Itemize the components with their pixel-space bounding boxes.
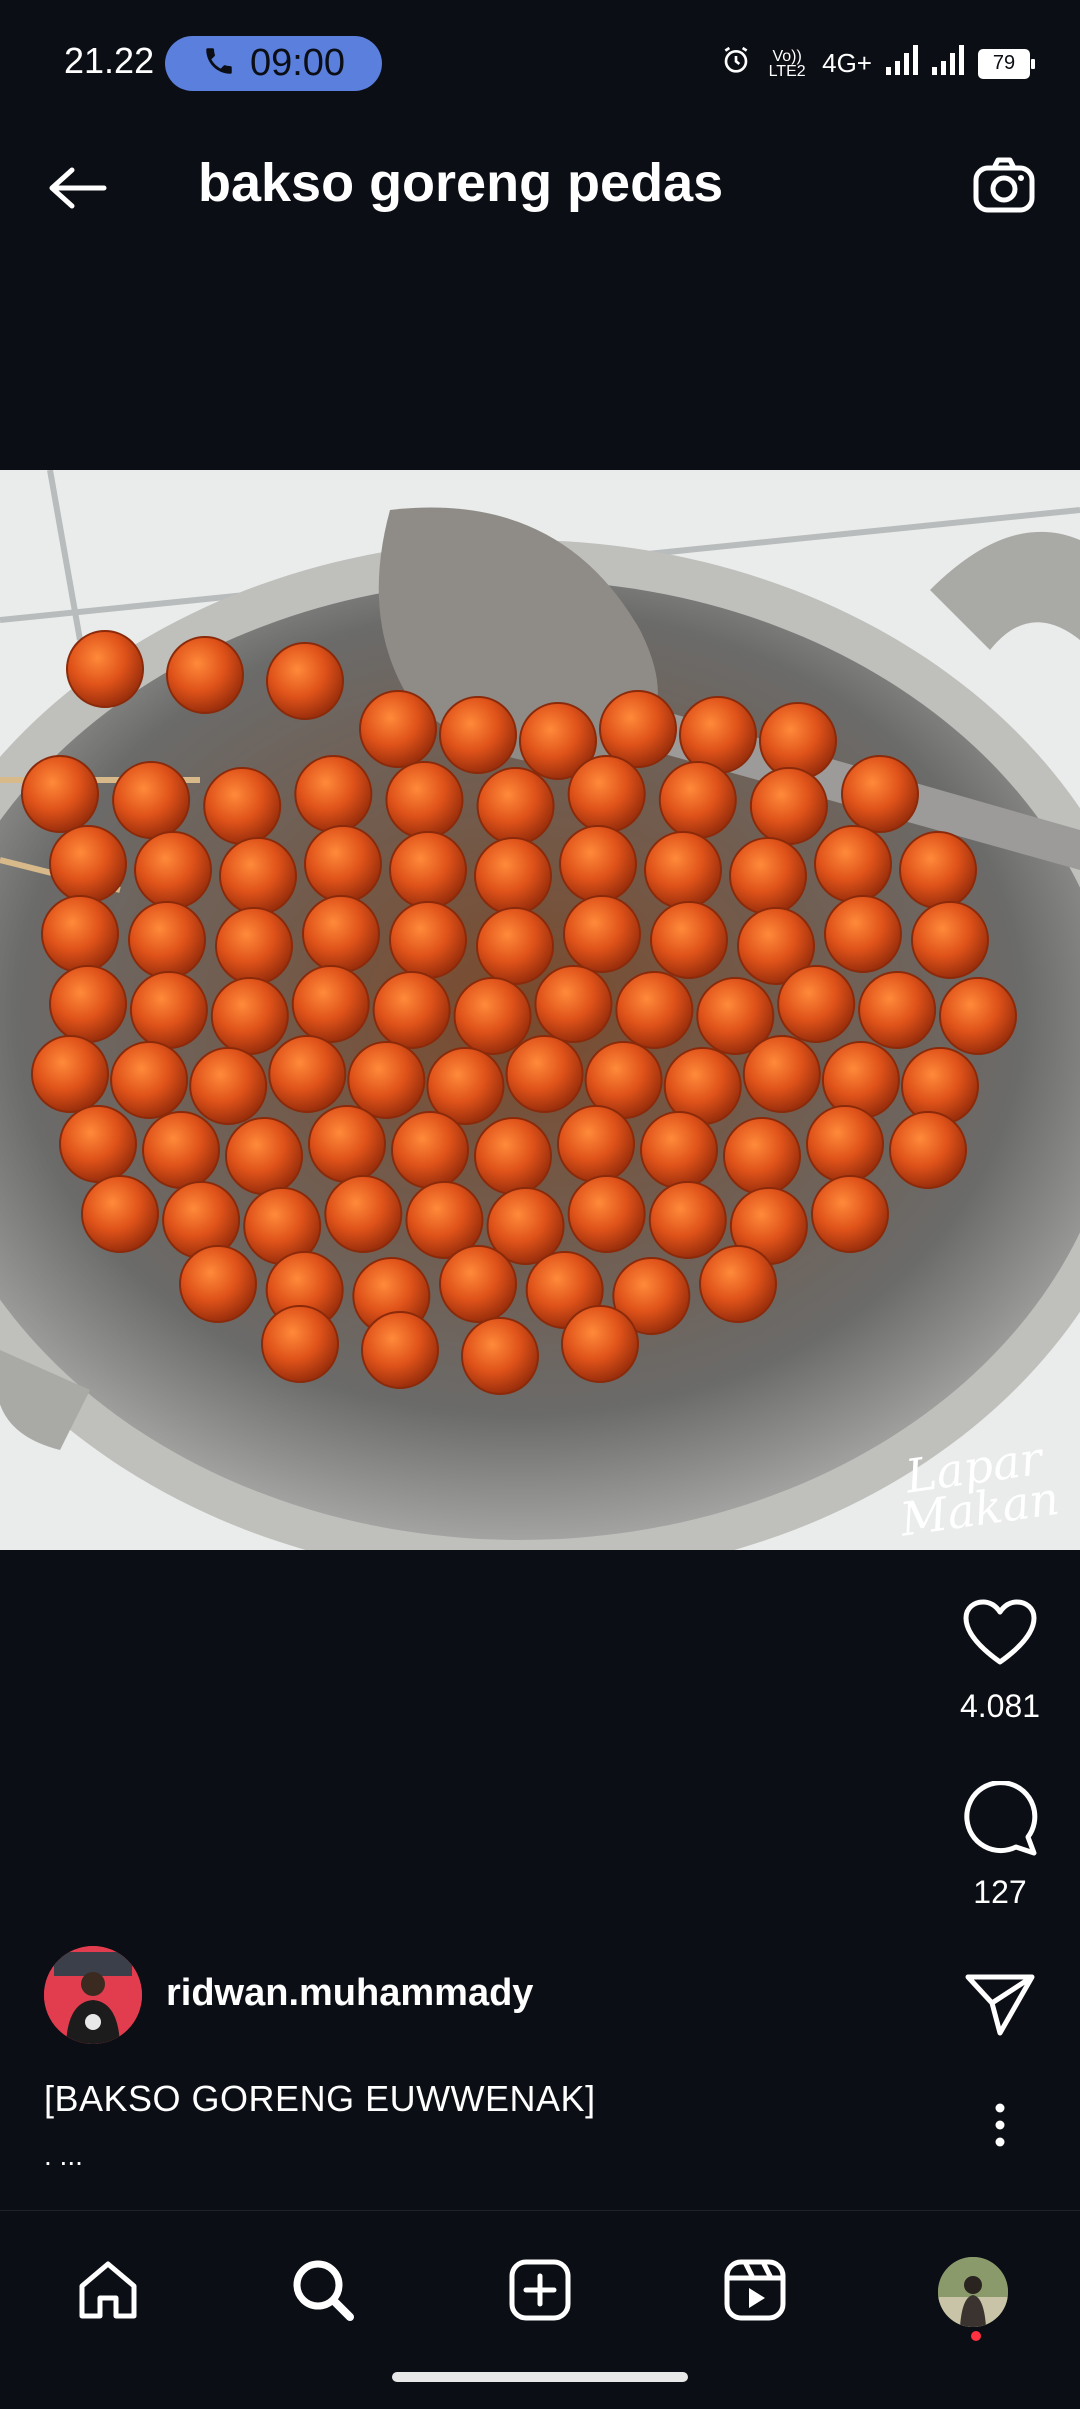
nav-reels[interactable]: [710, 2247, 800, 2337]
status-icons: Vo)) LTE2 4G+ 79: [720, 44, 1035, 83]
send-icon: [964, 1973, 1036, 2042]
battery-level: 79: [992, 52, 1016, 74]
likes-count[interactable]: 4.081: [960, 1688, 1040, 1725]
signal-icon-1: [886, 45, 918, 82]
status-bar: 21.22 09:00 Vo)) LTE2 4G+ 79: [0, 0, 1080, 110]
nav-search[interactable]: [278, 2247, 368, 2337]
like-button[interactable]: [955, 1590, 1045, 1680]
network-type: 4G+: [822, 48, 872, 78]
reels-icon: [723, 2258, 787, 2327]
volte-label: Vo)) LTE2: [768, 47, 806, 80]
more-vertical-icon: [994, 2102, 1006, 2153]
alarm-icon: [720, 44, 752, 83]
fried-meatballs-photo: [0, 470, 1080, 1550]
comments-count[interactable]: 127: [973, 1874, 1026, 1911]
search-icon: [290, 2257, 356, 2328]
ongoing-call-pill[interactable]: 09:00: [165, 36, 382, 91]
author-username[interactable]: ridwan.muhammady: [166, 1972, 533, 2015]
battery-icon: 79: [978, 48, 1035, 79]
signal-icon-2: [932, 45, 964, 82]
caption-more-link[interactable]: . ...: [44, 2140, 83, 2172]
header: bakso goreng pedas: [0, 110, 1080, 260]
post-caption: [BAKSO GORENG EUWWENAK]: [44, 2078, 596, 2119]
camera-icon: [972, 154, 1036, 219]
page-title: bakso goreng pedas: [198, 153, 724, 213]
home-icon: [76, 2258, 140, 2327]
nav-profile[interactable]: [928, 2247, 1018, 2341]
comment-group: 127: [940, 1776, 1060, 1911]
share-button[interactable]: [955, 1962, 1045, 2052]
nav-home[interactable]: [63, 2247, 153, 2337]
post-image[interactable]: Lapar Makan: [0, 470, 1080, 1550]
watermark-logo: Lapar Makan: [896, 1430, 1062, 1547]
status-time: 21.22: [64, 40, 155, 81]
call-duration: 09:00: [249, 42, 346, 84]
back-button[interactable]: [36, 150, 116, 230]
notification-dot: [971, 2331, 981, 2341]
comment-button[interactable]: [955, 1776, 1045, 1866]
author-avatar[interactable]: [44, 1946, 142, 2044]
home-indicator[interactable]: [392, 2372, 688, 2382]
plus-square-icon: [508, 2258, 572, 2327]
camera-button[interactable]: [964, 146, 1044, 226]
heart-icon: [962, 1598, 1038, 1673]
comment-bubble-icon: [962, 1779, 1038, 1862]
share-group: [940, 1962, 1060, 2052]
arrow-left-icon: [44, 164, 108, 217]
like-group: 4.081: [940, 1590, 1060, 1725]
more-options-button[interactable]: [955, 2082, 1045, 2172]
more-group: [940, 2082, 1060, 2172]
profile-avatar: [936, 2255, 1010, 2329]
nav-create[interactable]: [495, 2247, 585, 2337]
phone-icon: [202, 44, 236, 83]
